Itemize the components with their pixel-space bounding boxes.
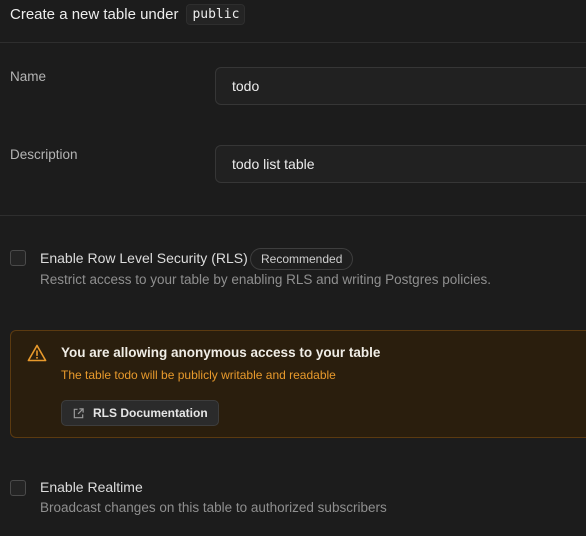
- name-label: Name: [10, 69, 47, 84]
- create-table-panel: Create a new table under public Name Des…: [0, 0, 586, 536]
- header-divider: [0, 42, 586, 43]
- warning-subtitle: The table todo will be publicly writable…: [61, 368, 336, 382]
- anonymous-access-warning: You are allowing anonymous access to you…: [10, 330, 586, 438]
- description-input[interactable]: [215, 145, 586, 183]
- name-input[interactable]: [215, 67, 586, 105]
- rls-checkbox[interactable]: [10, 250, 26, 266]
- rls-documentation-label: RLS Documentation: [93, 406, 208, 420]
- description-label: Description: [10, 147, 78, 162]
- warning-title: You are allowing anonymous access to you…: [61, 345, 381, 360]
- realtime-description: Broadcast changes on this table to autho…: [40, 500, 387, 515]
- realtime-checkbox[interactable]: [10, 480, 26, 496]
- realtime-title: Enable Realtime: [40, 479, 143, 495]
- form-divider: [0, 215, 586, 216]
- rls-documentation-button[interactable]: RLS Documentation: [61, 400, 219, 426]
- warning-triangle-icon: [27, 344, 47, 362]
- schema-badge: public: [186, 3, 246, 25]
- recommended-badge: Recommended: [250, 248, 354, 270]
- panel-title: Create a new table under: [10, 5, 179, 23]
- panel-header: Create a new table under public: [10, 2, 246, 26]
- rls-description: Restrict access to your table by enablin…: [40, 272, 491, 287]
- external-link-icon: [73, 407, 84, 418]
- rls-title: Enable Row Level Security (RLS): [40, 250, 248, 266]
